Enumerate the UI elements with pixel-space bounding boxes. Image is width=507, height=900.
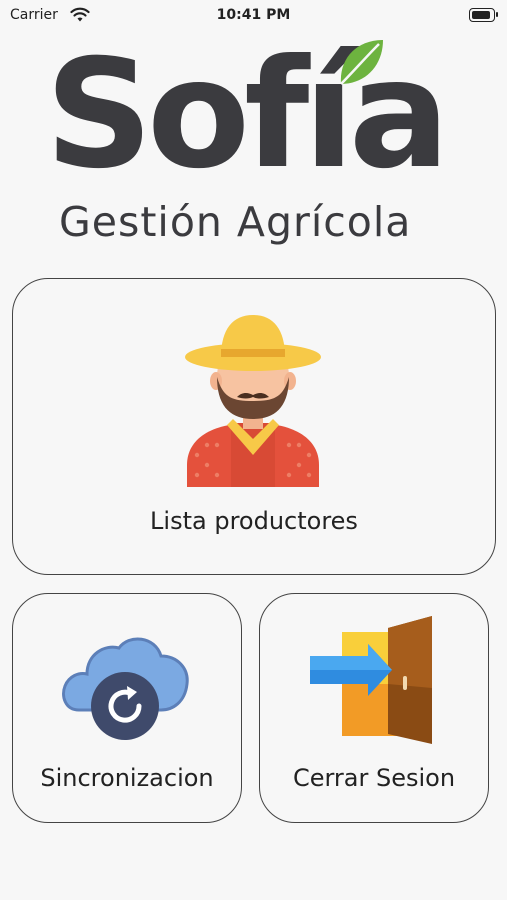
farmer-icon [185, 315, 321, 487]
leaf-icon [340, 40, 383, 85]
logo-subtitle: Gestión Agrícola [59, 198, 412, 246]
producers-list-label: Lista productores [150, 507, 358, 535]
app-logo: Sofía Gestión Agrícola [45, 40, 465, 255]
producers-list-button[interactable]: Lista productores [12, 278, 496, 575]
logout-door-icon [310, 616, 432, 744]
cloud-sync-icon [62, 637, 189, 740]
sync-button[interactable]: Sincronizacion [12, 593, 242, 823]
logout-label: Cerrar Sesion [292, 764, 456, 792]
status-time: 10:41 PM [216, 7, 291, 23]
sync-label: Sincronizacion [40, 764, 214, 792]
battery-icon [469, 8, 498, 22]
logout-button[interactable]: Cerrar Sesion [259, 593, 489, 823]
